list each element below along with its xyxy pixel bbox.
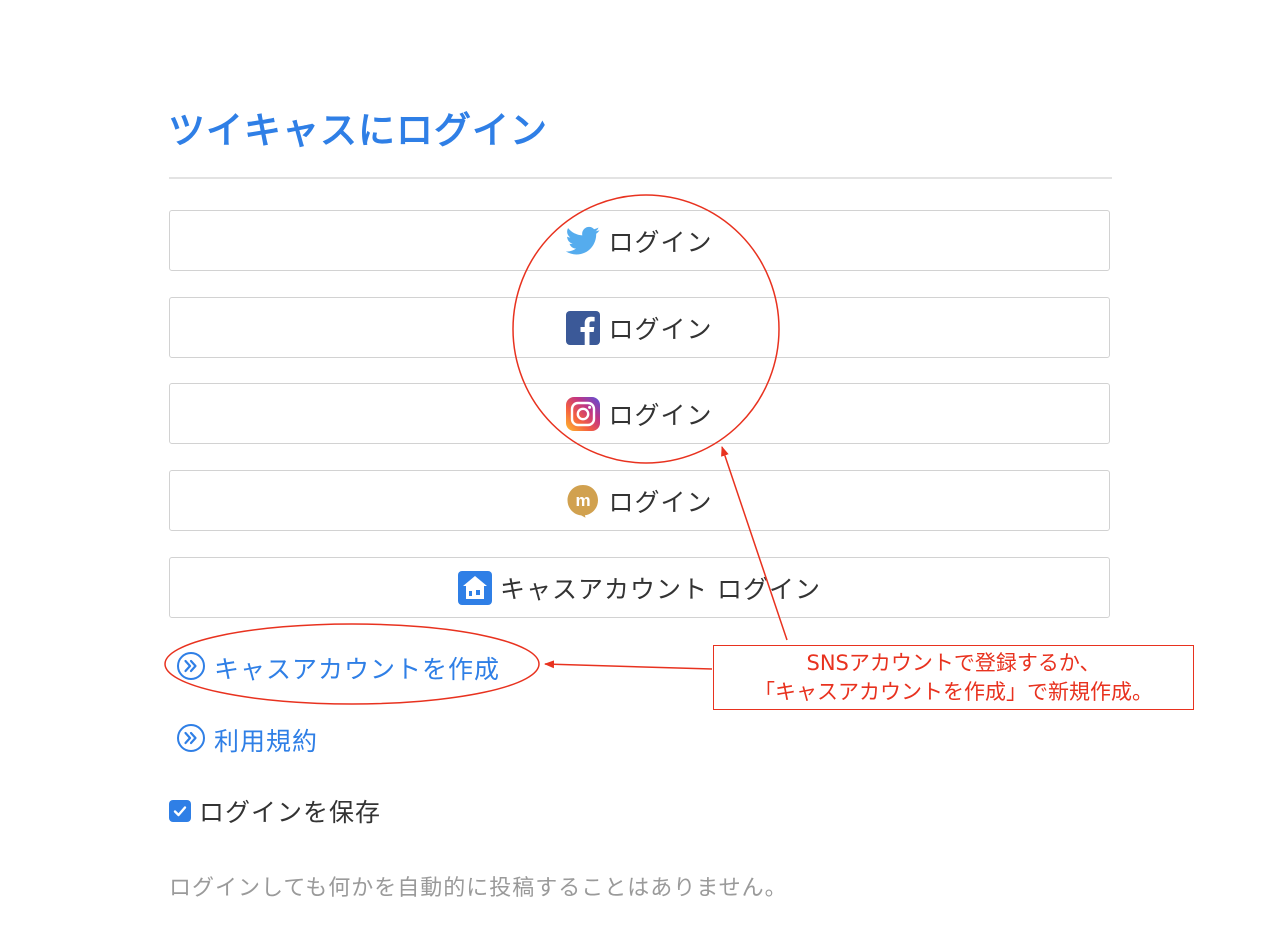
mixi-login-button[interactable]: m ログイン [169,470,1110,531]
cas-account-login-button[interactable]: キャスアカウント ログイン [169,557,1110,618]
twitter-login-button[interactable]: ログイン [169,210,1110,271]
remember-login-row: ログインを保存 [169,793,381,829]
instagram-icon [566,396,601,431]
mixi-login-label: ログイン [608,487,713,517]
create-account-link[interactable]: キャスアカウントを作成 [176,650,500,686]
mixi-icon: m [566,484,600,518]
annotation-callout: SNSアカウントで登録するか、 「キャスアカウントを作成」で新規作成。 [713,645,1194,710]
annotation-line-1: SNSアカウントで登録するか、 [806,651,1101,675]
double-chevron-right-icon [176,723,206,757]
instagram-login-label: ログイン [608,400,713,430]
annotation-line-2: 「キャスアカウントを作成」で新規作成。 [754,680,1153,704]
cas-account-login-label: キャスアカウント ログイン [500,574,821,604]
no-auto-post-note: ログインしても何かを自動的に投稿することはありません。 [169,876,788,901]
remember-login-label: ログインを保存 [199,798,382,827]
svg-text:m: m [576,491,591,510]
facebook-login-button[interactable]: ログイン [169,297,1110,358]
page-title: ツイキャスにログイン [168,109,548,152]
remember-login-checkbox[interactable] [169,800,191,822]
login-page: ツイキャスにログイン ログイン ログイン ログイン m ログイン キャスアカウン… [0,0,1280,940]
twitter-login-label: ログイン [608,227,713,257]
instagram-login-button[interactable]: ログイン [169,383,1110,444]
title-divider [169,177,1112,179]
double-chevron-right-icon [176,651,206,685]
create-account-label: キャスアカウントを作成 [214,655,501,684]
terms-label: 利用規約 [214,727,319,756]
twitter-icon [566,224,600,258]
arrow-to-create-account [544,660,713,670]
facebook-login-label: ログイン [608,314,713,344]
twitcasting-icon [458,570,493,605]
facebook-icon [566,310,601,345]
checkmark-icon [173,806,187,817]
terms-link[interactable]: 利用規約 [176,722,318,758]
